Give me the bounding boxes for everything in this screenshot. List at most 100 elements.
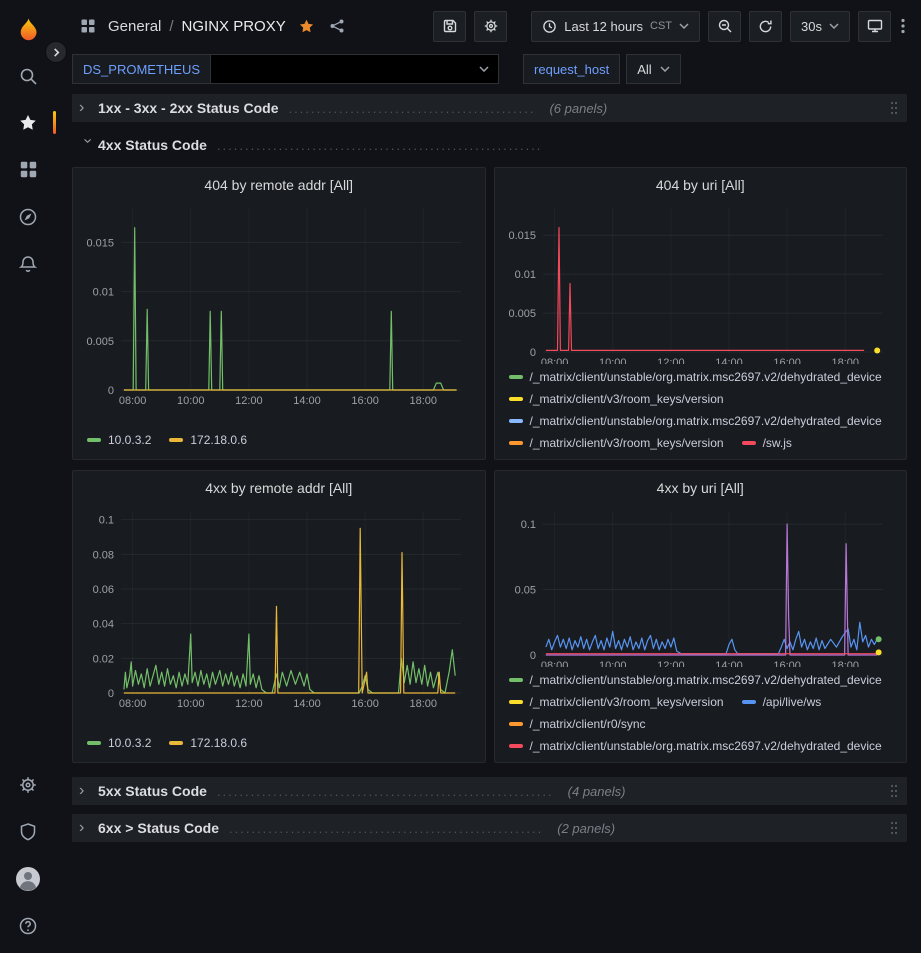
apps-grid-icon[interactable]	[78, 16, 98, 36]
legend-series-swatch	[169, 741, 183, 745]
svg-text:0: 0	[108, 385, 114, 397]
sidebar-item-help[interactable]	[0, 902, 56, 949]
sidebar-item-explore[interactable]	[0, 193, 56, 240]
svg-text:18:00: 18:00	[831, 357, 859, 364]
legend-item[interactable]: /_matrix/client/r0/sync	[509, 713, 646, 735]
legend-row: /_matrix/client/r0/sync	[509, 713, 897, 735]
legend-item[interactable]: /_matrix/client/unstable/org.matrix.msc2…	[509, 669, 882, 691]
save-dashboard-button[interactable]	[433, 11, 466, 42]
dashboard-settings-button[interactable]	[474, 11, 507, 42]
row-dots-leader: ........................................…	[229, 821, 543, 836]
row-drag-handle[interactable]	[888, 819, 900, 837]
row-drag-handle[interactable]	[888, 99, 900, 117]
legend-item[interactable]: /sw.js	[742, 432, 792, 453]
sidebar-expand-button[interactable]	[45, 41, 67, 63]
legend-series-label: /sw.js	[763, 432, 792, 453]
dashboards-grid-icon	[19, 160, 38, 179]
sidebar-item-server-admin[interactable]	[0, 808, 56, 855]
variable-datasource-value-dropdown[interactable]	[211, 54, 499, 84]
grafana-flame-icon	[15, 17, 42, 44]
legend-row: /_matrix/client/v3/room_keys/version/sw.…	[509, 432, 897, 453]
legend-item[interactable]: /api/live/ws	[742, 691, 822, 713]
clock-icon	[542, 19, 557, 34]
sidebar-item-alerting[interactable]	[0, 240, 56, 287]
variable-datasource: DS_PROMETHEUS	[72, 54, 499, 84]
legend-row: /_matrix/client/unstable/org.matrix.msc2…	[509, 735, 897, 756]
panel-title[interactable]: 4xx by remote addr [All]	[81, 477, 477, 503]
refresh-interval-dropdown[interactable]: 30s	[790, 11, 850, 42]
legend-series-label: /_matrix/client/unstable/org.matrix.msc2…	[530, 410, 882, 432]
search-icon	[18, 66, 38, 86]
legend-item[interactable]: /_matrix/client/v3/room_keys/version	[509, 691, 724, 713]
svg-text:18:00: 18:00	[409, 698, 437, 710]
legend-item[interactable]: 172.18.0.6	[169, 429, 247, 451]
row-drag-handle[interactable]	[888, 782, 900, 800]
panel-title[interactable]: 404 by remote addr [All]	[81, 174, 477, 200]
legend-item[interactable]: /_matrix/client/unstable/org.matrix.msc2…	[509, 735, 882, 756]
legend-item[interactable]: /_matrix/client/v3/room_keys/version	[509, 432, 724, 453]
time-series-plot[interactable]: 08:0010:0012:0014:0016:0018:0000.0050.01…	[503, 200, 897, 364]
legend-series-swatch	[87, 438, 101, 442]
panel-title[interactable]: 404 by uri [All]	[503, 174, 899, 200]
explore-compass-icon	[18, 207, 38, 227]
svg-text:10:00: 10:00	[177, 395, 205, 407]
sidebar-item-configuration[interactable]	[0, 761, 56, 808]
legend-item[interactable]: /_matrix/client/unstable/org.matrix.msc2…	[509, 410, 882, 432]
sidebar-item-dashboards[interactable]	[0, 146, 56, 193]
chevron-down-icon	[479, 66, 489, 72]
row-6xx-status-code[interactable]: › 6xx > Status Code ....................…	[72, 814, 907, 842]
legend-row: /_matrix/client/v3/room_keys/version/api…	[509, 691, 897, 713]
svg-text:14:00: 14:00	[293, 395, 321, 407]
legend-item[interactable]: /_matrix/client/unstable/org.matrix.msc2…	[509, 366, 882, 388]
favorite-star-button[interactable]	[296, 16, 317, 37]
svg-text:12:00: 12:00	[235, 698, 263, 710]
row-5xx-status-code[interactable]: › 5xx Status Code ......................…	[72, 777, 907, 805]
chevron-down-icon	[660, 66, 670, 72]
time-series-plot[interactable]: 08:0010:0012:0014:0016:0018:0000.020.040…	[81, 503, 475, 711]
svg-text:0: 0	[529, 650, 535, 662]
chevron-down-icon	[829, 23, 839, 29]
time-range-picker[interactable]: Last 12 hours CST	[531, 11, 700, 42]
kebab-menu-icon	[901, 18, 905, 34]
favorite-star-icon	[298, 18, 315, 35]
variable-request-host-value-dropdown[interactable]: All	[626, 54, 680, 84]
breadcrumb-folder[interactable]: General	[108, 18, 161, 35]
share-icon	[329, 18, 345, 34]
share-button[interactable]	[327, 16, 347, 36]
chevron-right-icon: ›	[79, 783, 96, 799]
legend-series-label: 172.18.0.6	[190, 429, 247, 451]
legend-series-label: /_matrix/client/v3/room_keys/version	[530, 691, 724, 713]
kebab-menu-button[interactable]	[899, 16, 907, 36]
legend-item[interactable]: 10.0.3.2	[87, 732, 151, 754]
svg-text:18:00: 18:00	[831, 660, 859, 667]
legend-item[interactable]: 172.18.0.6	[169, 732, 247, 754]
svg-text:18:00: 18:00	[409, 395, 437, 407]
legend-item[interactable]: 10.0.3.2	[87, 429, 151, 451]
legend-series-label: /_matrix/client/unstable/org.matrix.msc2…	[530, 366, 882, 388]
row-dots-leader: ........................................…	[217, 138, 543, 153]
time-series-plot[interactable]: 08:0010:0012:0014:0016:0018:0000.050.1	[503, 503, 897, 667]
svg-text:14:00: 14:00	[293, 698, 321, 710]
time-series-plot[interactable]: 08:0010:0012:0014:0016:0018:0000.0050.01…	[81, 200, 475, 408]
zoom-out-button[interactable]	[708, 11, 741, 42]
refresh-button[interactable]	[749, 11, 782, 42]
header-toolbar: Last 12 hours CST 30s	[433, 11, 907, 42]
cycle-view-mode-button[interactable]	[858, 11, 891, 42]
sidebar-user-avatar[interactable]	[0, 855, 56, 902]
legend-series-label: /_matrix/client/r0/sync	[530, 713, 646, 735]
sidebar-item-starred[interactable]	[0, 99, 56, 146]
row-title: 6xx > Status Code	[98, 820, 219, 836]
legend-series-label: /_matrix/client/unstable/org.matrix.msc2…	[530, 669, 882, 691]
grafana-logo[interactable]	[15, 8, 42, 52]
panel-title[interactable]: 4xx by uri [All]	[503, 477, 899, 503]
dashboard-panel: 404 by remote addr [All]08:0010:0012:001…	[72, 167, 486, 460]
svg-text:10:00: 10:00	[598, 660, 626, 667]
row-1xx-3xx-2xx-status-code[interactable]: › 1xx - 3xx - 2xx Status Code ..........…	[72, 94, 907, 122]
svg-text:0.05: 0.05	[514, 585, 535, 597]
svg-text:0.1: 0.1	[520, 519, 535, 531]
row-4xx-status-code[interactable]: › 4xx Status Code ......................…	[72, 131, 907, 159]
chevron-down-icon	[679, 23, 689, 29]
legend-item[interactable]: /_matrix/client/v3/room_keys/version	[509, 388, 724, 410]
help-question-icon	[18, 916, 38, 936]
legend-series-swatch	[509, 700, 523, 704]
